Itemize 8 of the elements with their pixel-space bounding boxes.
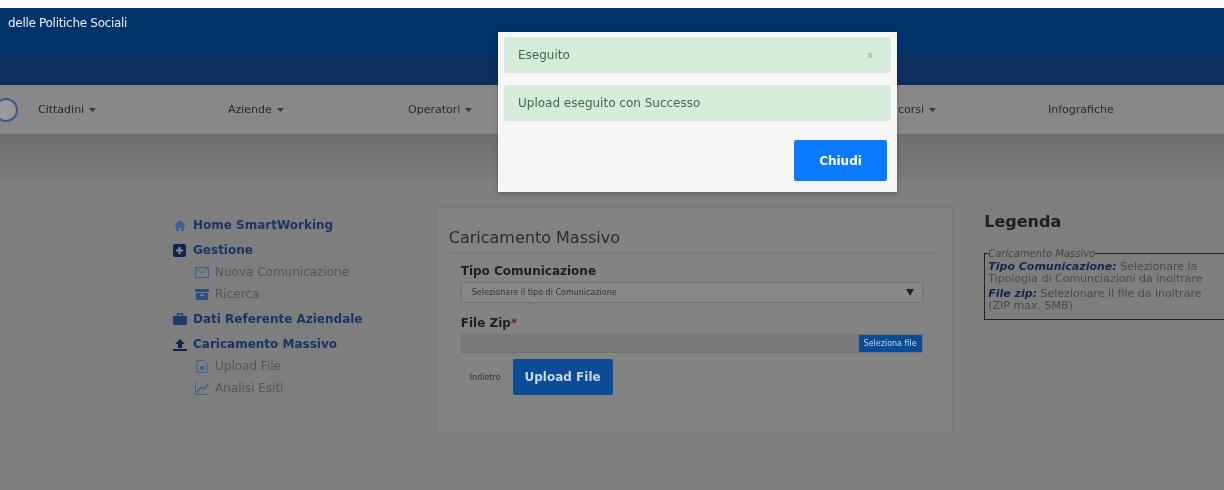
legend-title: Legenda bbox=[984, 212, 1224, 238]
success-message: Upload eseguito con Successo bbox=[504, 85, 891, 121]
site-title: delle Politiche Sociali bbox=[8, 16, 128, 30]
legend-group-title: Caricamento Massivo bbox=[988, 248, 1096, 259]
field-label: File Zip* bbox=[460, 316, 519, 330]
modal-title: Eseguito bbox=[518, 48, 570, 62]
field-label: Tipo Comunicazione bbox=[460, 264, 598, 278]
panel-title: Caricamento Massivo bbox=[448, 228, 941, 254]
